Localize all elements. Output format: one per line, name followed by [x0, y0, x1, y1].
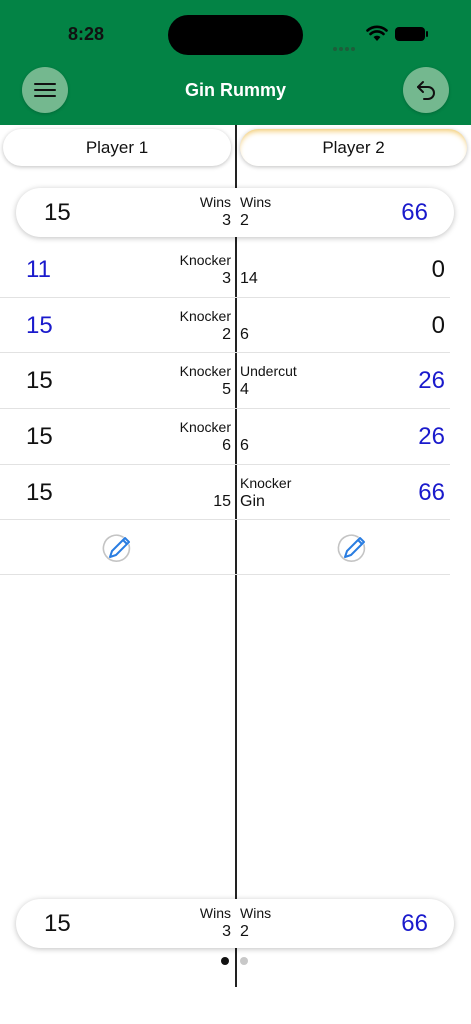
- player-2-total: 66: [401, 910, 428, 937]
- player-2-wins: 2: [240, 212, 249, 229]
- player-2-deadwood: Gin: [240, 492, 265, 510]
- player-2-wins-label: Wins: [240, 905, 272, 921]
- score-summary-bottom: 15 Wins 3 Wins 2 66: [16, 899, 454, 948]
- status-time: 8:28: [68, 24, 105, 44]
- edit-icon[interactable]: [101, 532, 133, 564]
- player-1-round-score: 15: [26, 367, 53, 395]
- player-2-deadwood: 6: [240, 325, 249, 343]
- battery-icon: [395, 27, 428, 41]
- page-dot[interactable]: [240, 957, 248, 965]
- round-row: 11 Knocker 3 14 0: [0, 242, 450, 298]
- player-1-round-score: 15: [26, 311, 53, 339]
- dynamic-island: [168, 15, 303, 55]
- wifi-icon: [366, 25, 388, 41]
- player-2-round-score: 66: [418, 478, 445, 506]
- round-row: 15 15 Knocker Gin 66: [0, 465, 450, 521]
- player-1-wins: 3: [222, 212, 231, 229]
- player-1-round-score: 15: [26, 478, 53, 506]
- page-dot-active[interactable]: [221, 957, 229, 965]
- player-2-round-label: Undercut: [240, 363, 297, 380]
- player-1-round-label: Knocker: [179, 252, 231, 268]
- player-1-round-label: Knocker: [179, 419, 231, 436]
- player-2-round-label: Knocker: [240, 474, 292, 491]
- round-row: 15 Knocker 2 6 0: [0, 298, 450, 354]
- player-2-tab[interactable]: Player 2: [240, 129, 467, 166]
- player-1-deadwood: 3: [222, 270, 231, 287]
- player-1-round-label: Knocker: [179, 363, 231, 380]
- player-1-round-label: Knocker: [179, 307, 231, 324]
- undo-button[interactable]: [403, 67, 449, 113]
- player-2-round-score: 26: [418, 423, 445, 451]
- player-1-deadwood: 2: [222, 325, 231, 343]
- player-1-total: 15: [44, 910, 71, 937]
- player-1-wins-label: Wins: [199, 194, 231, 210]
- player-1-total: 15: [44, 199, 71, 226]
- player-2-deadwood: 6: [240, 437, 249, 455]
- player-2-round-score: 0: [431, 311, 445, 339]
- player-2-round-score: 26: [418, 367, 445, 395]
- player-2-wins: 2: [240, 923, 249, 940]
- player-1-deadwood: 6: [222, 437, 231, 455]
- player-1-round-score: 11: [26, 256, 51, 283]
- player-2-total: 66: [401, 199, 428, 226]
- round-row: 15 Knocker 6 6 26: [0, 409, 450, 465]
- page-title: Gin Rummy: [184, 80, 286, 100]
- player-2-deadwood: 14: [240, 270, 258, 287]
- add-round-row: [0, 520, 450, 576]
- player-1-deadwood: 5: [222, 381, 231, 399]
- player-2-deadwood: 4: [240, 381, 249, 399]
- cellular-icon: [333, 38, 357, 51]
- player-1-wins: 3: [222, 923, 231, 940]
- player-2-wins-label: Wins: [240, 194, 272, 210]
- undo-icon: [417, 81, 435, 100]
- rounds-list: 11 Knocker 3 14 0 15 Knocker 2 6 0 15 Kn…: [0, 242, 450, 576]
- player-1-round-score: 15: [26, 423, 53, 451]
- player-2-round-score: 0: [431, 256, 445, 283]
- round-row: 15 Knocker 5 Undercut 4 26: [0, 353, 450, 410]
- player-1-wins-label: Wins: [199, 905, 231, 921]
- player-1-tab[interactable]: Player 1: [3, 129, 231, 166]
- edit-icon[interactable]: [336, 532, 368, 564]
- page-indicator[interactable]: [221, 957, 251, 965]
- score-summary-top: 15 Wins 3 Wins 2 66: [16, 188, 454, 237]
- player-1-deadwood: 15: [213, 492, 231, 510]
